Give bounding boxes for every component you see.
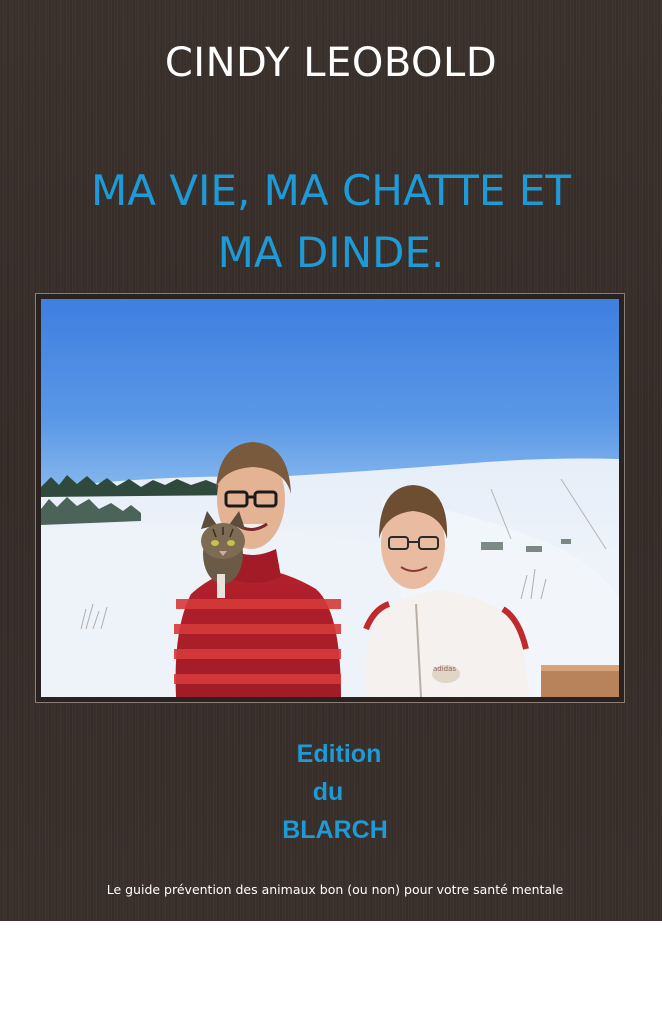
- book-title-line-1: MA VIE, MA CHATTE ET: [90, 166, 572, 215]
- publisher-line-1: Edition: [296, 740, 382, 768]
- cover-photo: adidas: [41, 299, 619, 697]
- publisher-line-3: BLARCH: [282, 816, 388, 844]
- tagline: Le guide prévention des animaux bon (ou …: [106, 882, 564, 897]
- cover-photo-frame: adidas: [35, 293, 625, 703]
- book-title: MA VIE, MA CHATTE ET MA DINDE.: [40, 160, 622, 284]
- publisher-line-2: du: [312, 778, 344, 806]
- balcony-railing: [541, 669, 619, 697]
- book-cover: CINDY LEOBOLD MA VIE, MA CHATTE ET MA DI…: [0, 0, 662, 921]
- book-title-line-2: MA DINDE.: [217, 228, 445, 277]
- jacket-logo: adidas: [433, 665, 456, 673]
- author-name: CINDY LEOBOLD: [164, 40, 498, 86]
- publisher: Edition du BLARCH: [230, 735, 440, 849]
